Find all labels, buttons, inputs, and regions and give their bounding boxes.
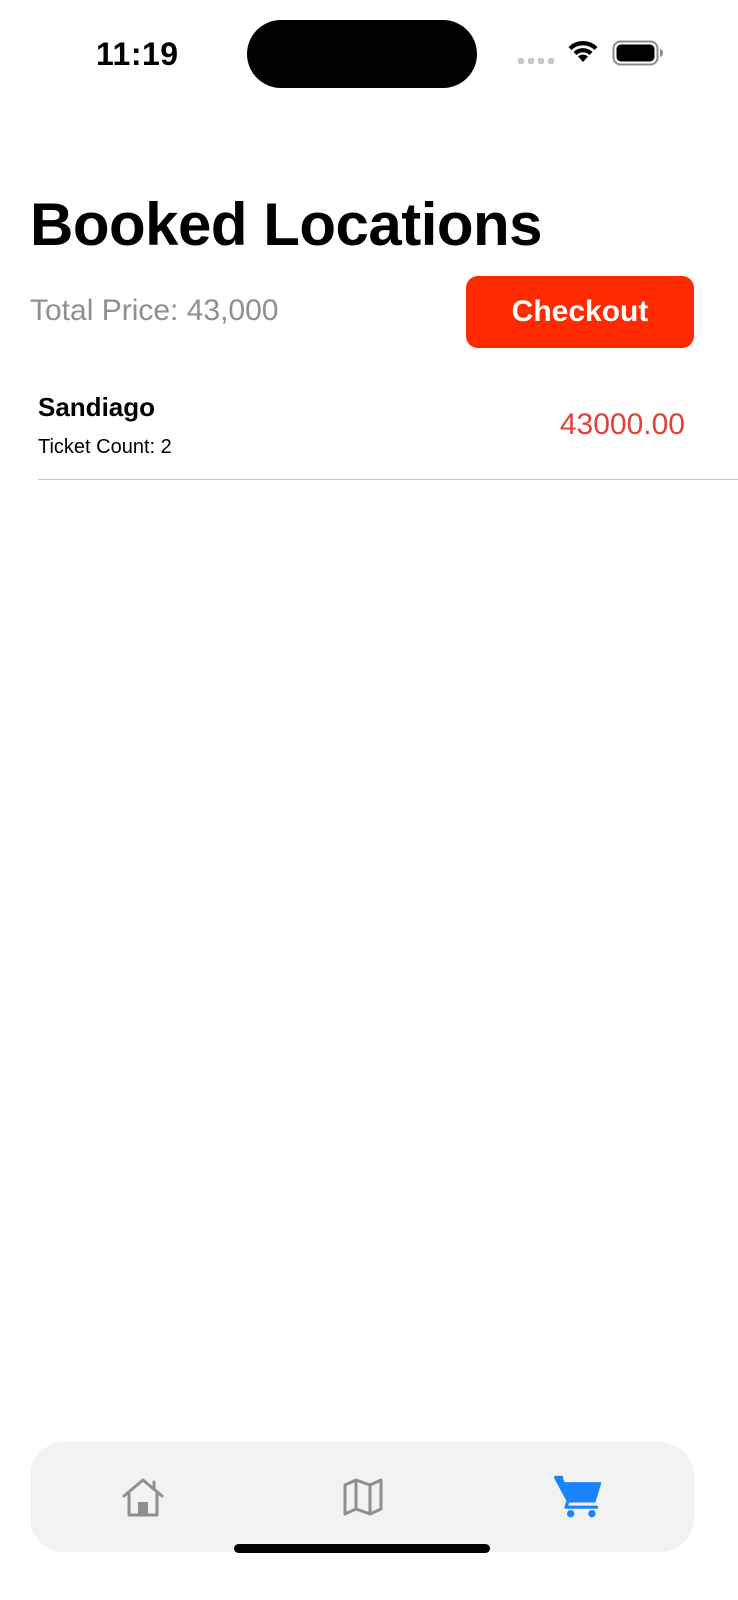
booked-locations-screen: 11:19 Booked Locations Total Price: 43,0… <box>0 0 738 1600</box>
status-bar: 11:19 <box>0 0 738 110</box>
cellular-signal-icon <box>518 58 554 64</box>
tab-cart[interactable] <box>554 1472 604 1522</box>
booking-list-item[interactable]: Sandiago Ticket Count: 2 43000.00 <box>38 380 738 480</box>
tab-map[interactable] <box>338 1472 388 1522</box>
dynamic-island <box>247 20 477 88</box>
home-indicator <box>234 1544 490 1553</box>
page-title: Booked Locations <box>30 191 543 258</box>
booking-price: 43000.00 <box>559 408 685 441</box>
tab-home[interactable] <box>118 1472 168 1522</box>
checkout-button[interactable]: Checkout <box>466 276 694 348</box>
location-name: Sandiago <box>38 392 156 422</box>
total-price-label: Total Price: 43,000 <box>30 294 279 327</box>
map-icon <box>343 1478 383 1516</box>
tab-bar <box>30 1442 694 1552</box>
home-icon <box>122 1478 164 1517</box>
wifi-icon <box>568 40 598 62</box>
ticket-count: Ticket Count: 2 <box>38 436 172 458</box>
cart-icon <box>554 1475 602 1518</box>
battery-icon <box>612 40 663 66</box>
status-time: 11:19 <box>96 36 179 72</box>
